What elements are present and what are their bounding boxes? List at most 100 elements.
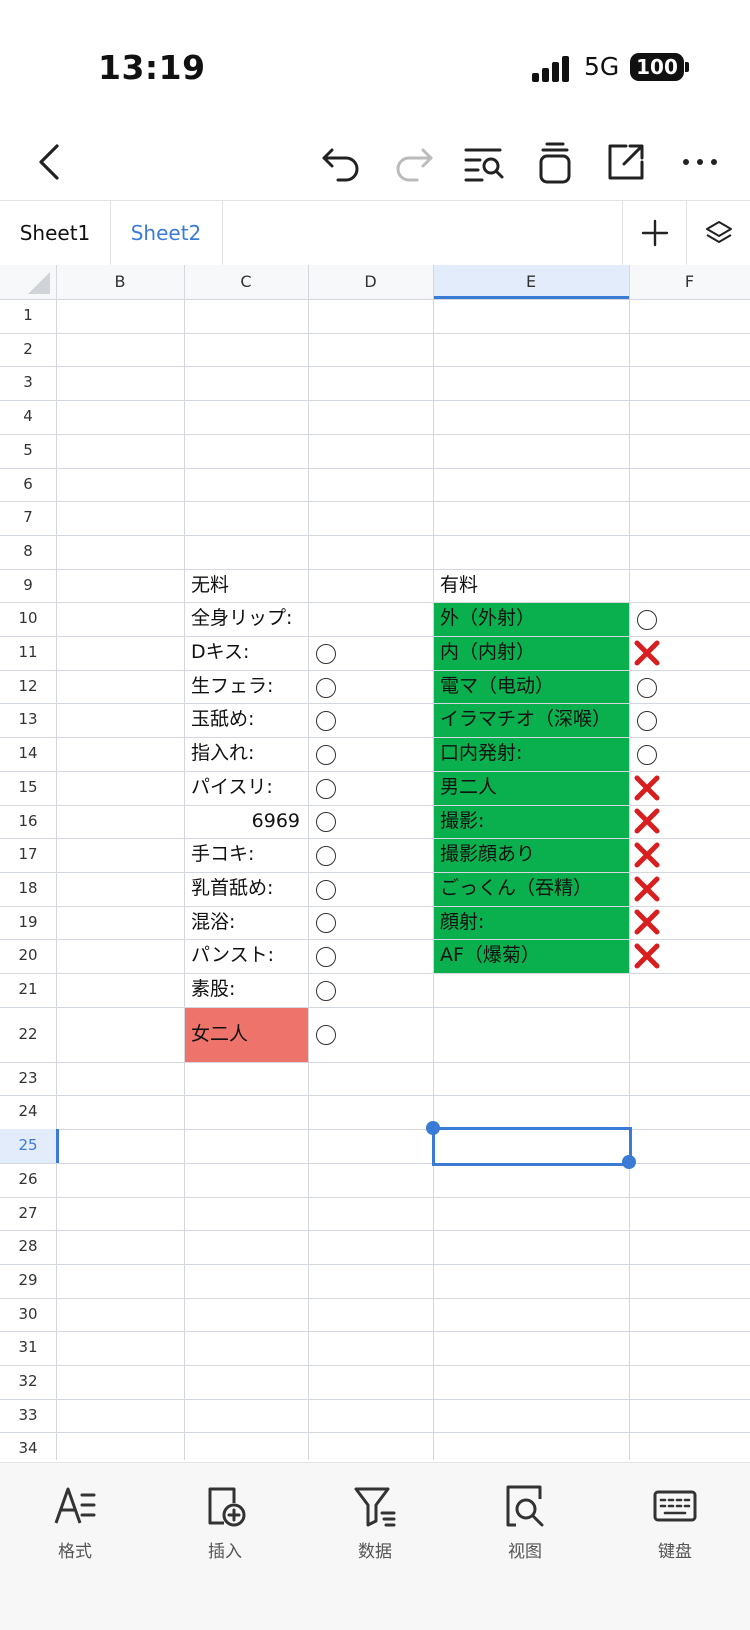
keyboard-icon xyxy=(653,1490,697,1522)
row-line xyxy=(0,1061,750,1063)
selection-handle-end[interactable] xyxy=(622,1154,636,1169)
data-button[interactable]: 数据 xyxy=(330,1483,420,1562)
row-header-3[interactable]: 3 xyxy=(0,366,56,400)
row-header-23[interactable]: 23 xyxy=(0,1062,56,1096)
paid-item-label[interactable]: AF（爆菊） xyxy=(440,939,540,973)
free-item-label[interactable]: 女二人 xyxy=(191,1007,248,1062)
free-heading[interactable]: 无料 xyxy=(191,569,229,603)
paid-item-label[interactable]: イラマチオ（深喉） xyxy=(440,703,611,737)
row-header-14[interactable]: 14 xyxy=(0,737,56,771)
row-line xyxy=(0,1263,750,1265)
row-header-2[interactable]: 2 xyxy=(0,333,56,367)
row-header-9[interactable]: 9 xyxy=(0,569,56,603)
row-header-26[interactable]: 26 xyxy=(0,1163,56,1197)
cross-mark xyxy=(633,639,661,667)
row-header-8[interactable]: 8 xyxy=(0,535,56,569)
paid-item-label[interactable]: 撮影: xyxy=(440,805,484,839)
column-header-C[interactable]: C xyxy=(184,265,308,299)
cross-mark xyxy=(633,942,661,970)
row-header-25[interactable]: 25 xyxy=(0,1129,59,1163)
clear-format-icon[interactable] xyxy=(531,138,579,186)
add-sheet-icon[interactable] xyxy=(622,201,687,265)
undo-icon[interactable] xyxy=(318,138,366,186)
format-button[interactable]: 格式 xyxy=(30,1483,120,1562)
paid-item-label[interactable]: ごっくん（吞精） xyxy=(440,872,592,906)
view-button[interactable]: 视图 xyxy=(480,1483,570,1562)
paid-item-label[interactable]: 男二人 xyxy=(440,771,497,805)
selection-handle-start[interactable] xyxy=(426,1121,440,1136)
free-item-label[interactable]: パンスト: xyxy=(191,939,274,973)
paid-item-label[interactable]: 撮影顔あり xyxy=(440,838,535,872)
column-line xyxy=(308,265,309,1460)
row-header-13[interactable]: 13 xyxy=(0,703,56,737)
select-all-corner[interactable] xyxy=(28,272,50,294)
circle-mark xyxy=(316,980,336,1001)
paid-heading[interactable]: 有料 xyxy=(440,569,478,603)
column-header-B[interactable]: B xyxy=(56,265,184,299)
row-line xyxy=(0,871,750,873)
find-icon[interactable] xyxy=(460,138,508,186)
keyboard-button[interactable]: 键盘 xyxy=(630,1483,720,1562)
row-header-33[interactable]: 33 xyxy=(0,1399,56,1433)
row-header-19[interactable]: 19 xyxy=(0,906,56,940)
column-header-D[interactable]: D xyxy=(308,265,433,299)
row-header-15[interactable]: 15 xyxy=(0,771,56,805)
tab-sheet1[interactable]: Sheet1 xyxy=(0,201,111,265)
free-item-label[interactable]: 6969 xyxy=(184,805,300,839)
cross-mark xyxy=(633,841,661,869)
more-icon[interactable] xyxy=(676,138,724,186)
row-header-17[interactable]: 17 xyxy=(0,838,56,872)
row-header-21[interactable]: 21 xyxy=(0,973,56,1007)
spreadsheet-grid[interactable]: B C D E F 1 2 3 4 5 6 7 8 9 10 11 12 13 14 15 16 17 18 19 20 21 22… xyxy=(0,265,750,1460)
free-item-label[interactable]: Dキス: xyxy=(191,636,249,670)
row-header-5[interactable]: 5 xyxy=(0,434,56,468)
row-header-10[interactable]: 10 xyxy=(0,602,56,636)
row-line xyxy=(0,703,750,705)
row-header-16[interactable]: 16 xyxy=(0,805,56,839)
free-item-label[interactable]: 素股: xyxy=(191,973,235,1007)
row-line xyxy=(0,669,750,671)
layers-icon[interactable] xyxy=(686,201,750,265)
insert-button[interactable]: 插入 xyxy=(180,1483,270,1562)
share-icon[interactable] xyxy=(602,138,650,186)
column-header-F[interactable]: F xyxy=(629,265,750,299)
column-header-E[interactable]: E xyxy=(433,265,629,299)
row-header-29[interactable]: 29 xyxy=(0,1264,56,1298)
row-header-4[interactable]: 4 xyxy=(0,400,56,434)
row-header-11[interactable]: 11 xyxy=(0,636,56,670)
free-item-label[interactable]: パイスリ: xyxy=(191,771,273,805)
row-header-34[interactable]: 34 xyxy=(0,1432,56,1460)
paid-item-label[interactable]: 顔射: xyxy=(440,906,484,940)
row-header-1[interactable]: 1 xyxy=(0,299,56,333)
free-item-label[interactable]: 玉舐め: xyxy=(191,703,254,737)
row-header-31[interactable]: 31 xyxy=(0,1331,56,1365)
row-header-20[interactable]: 20 xyxy=(0,939,56,973)
tab-sheet2[interactable]: Sheet2 xyxy=(110,201,223,265)
free-item-label[interactable]: 手コキ: xyxy=(191,838,254,872)
row-header-32[interactable]: 32 xyxy=(0,1365,56,1399)
row-header-30[interactable]: 30 xyxy=(0,1298,56,1332)
free-item-label[interactable]: 指入れ: xyxy=(191,737,254,771)
row-header-18[interactable]: 18 xyxy=(0,872,56,906)
free-item-label[interactable]: 乳首舐め: xyxy=(191,872,273,906)
insert-label: 插入 xyxy=(208,1542,242,1562)
row-header-12[interactable]: 12 xyxy=(0,670,56,704)
paid-item-label[interactable]: 電マ（电动） xyxy=(440,670,554,704)
back-icon[interactable] xyxy=(26,138,74,186)
selected-cell[interactable] xyxy=(432,1127,632,1166)
paid-item-label[interactable]: 口内発射: xyxy=(440,737,522,771)
row-header-22[interactable]: 22 xyxy=(0,1007,56,1062)
redo-icon[interactable] xyxy=(389,138,437,186)
paid-item-label[interactable]: 外（外射） xyxy=(440,602,535,636)
cross-mark xyxy=(633,875,661,903)
free-item-label[interactable]: 混浴: xyxy=(191,906,235,940)
row-line xyxy=(0,1297,750,1299)
free-item-label[interactable]: 全身リップ: xyxy=(191,602,292,636)
paid-item-label[interactable]: 内（内射） xyxy=(440,636,535,670)
free-item-label[interactable]: 生フェラ: xyxy=(191,670,273,704)
row-header-27[interactable]: 27 xyxy=(0,1197,56,1231)
row-header-28[interactable]: 28 xyxy=(0,1230,56,1264)
row-header-24[interactable]: 24 xyxy=(0,1095,56,1129)
row-header-6[interactable]: 6 xyxy=(0,468,56,502)
row-header-7[interactable]: 7 xyxy=(0,501,56,535)
